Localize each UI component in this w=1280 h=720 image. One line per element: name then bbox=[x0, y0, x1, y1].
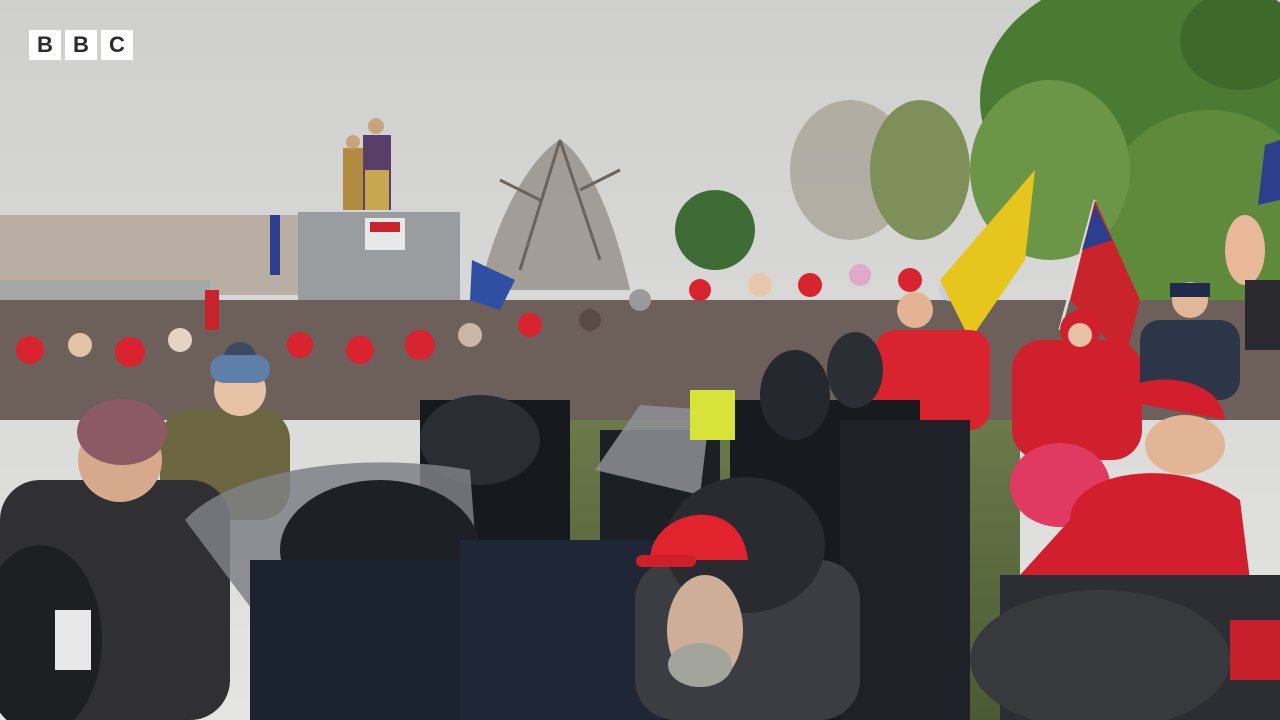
bbc-logo-letter-2: B bbox=[65, 30, 97, 60]
bbc-logo: B B C bbox=[29, 30, 133, 60]
bbc-logo-letter-3: C bbox=[101, 30, 133, 60]
crowd-scene-image bbox=[0, 0, 1280, 720]
video-frame: B B C bbox=[0, 0, 1280, 720]
bbc-logo-letter-1: B bbox=[29, 30, 61, 60]
